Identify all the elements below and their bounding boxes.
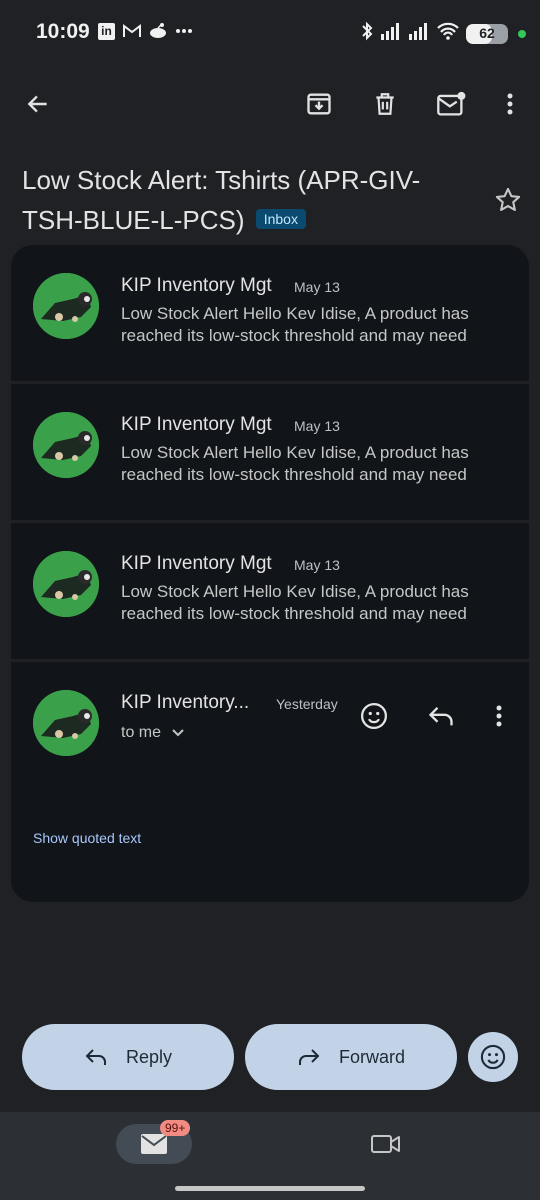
- toolbar: [0, 78, 540, 130]
- wifi-icon: [436, 22, 460, 45]
- battery-level: 62: [479, 24, 495, 41]
- reply-icon: [428, 707, 453, 726]
- show-quoted-text-link[interactable]: Show quoted text: [33, 830, 141, 846]
- privacy-dot: [518, 29, 526, 38]
- avatar-dog-icon: [33, 412, 99, 478]
- emoji-icon: [480, 1044, 506, 1070]
- message-date: Yesterday: [276, 696, 338, 712]
- archive-button[interactable]: [293, 78, 345, 130]
- reddit-icon: [149, 22, 167, 40]
- sender-name: KIP Inventory Mgt: [121, 414, 272, 435]
- mail-icon: [141, 1134, 167, 1154]
- archive-icon: [307, 93, 331, 115]
- inbox-label[interactable]: Inbox: [255, 209, 306, 230]
- forward-pill-button[interactable]: Forward: [245, 1024, 457, 1090]
- more-vert-icon: [507, 93, 513, 115]
- message-date: May 13: [294, 557, 340, 573]
- message-card[interactable]: KIP Inventory Mgt May 13 Low Stock Alert…: [11, 245, 529, 381]
- video-camera-icon: [371, 1135, 400, 1153]
- message-more-button[interactable]: [479, 696, 519, 736]
- status-time: 10:09: [36, 20, 90, 43]
- back-button[interactable]: [12, 78, 64, 130]
- message-snippet: Low Stock Alert Hello Kev Idise, A produ…: [121, 582, 469, 623]
- signal-icon: [380, 22, 402, 45]
- emoji-icon: [361, 703, 387, 729]
- recipient-text: to me: [121, 724, 162, 741]
- message-date: May 13: [294, 418, 340, 434]
- bluetooth-icon: [360, 20, 374, 47]
- add-reaction-button[interactable]: [354, 696, 394, 736]
- message-snippet: Low Stock Alert Hello Kev Idise, A produ…: [121, 443, 469, 484]
- forward-label: Forward: [338, 1046, 405, 1067]
- more-options-button[interactable]: [484, 78, 536, 130]
- back-arrow-icon: [27, 95, 47, 113]
- message-date: May 13: [294, 279, 340, 295]
- react-emoji-button[interactable]: [468, 1032, 518, 1082]
- message-card-expanded: KIP Inventory... Yesterday to me Show qu…: [11, 662, 529, 902]
- more-dots-icon: [175, 22, 193, 40]
- sender-avatar[interactable]: [33, 551, 99, 617]
- chevron-down-icon: [172, 729, 184, 737]
- bottom-actions: Reply Forward: [22, 1024, 522, 1090]
- sender-avatar[interactable]: [33, 273, 99, 339]
- battery-indicator: 62: [466, 23, 508, 44]
- message-snippet: Low Stock Alert Hello Kev Idise, A produ…: [121, 304, 469, 345]
- message-card[interactable]: KIP Inventory Mgt May 13 Low Stock Alert…: [11, 384, 529, 520]
- email-subject: Low Stock Alert: Tshirts (APR-GIV-TSH-BL…: [22, 160, 452, 240]
- delete-icon: [376, 93, 394, 115]
- gmail-icon: [123, 22, 141, 40]
- sender-avatar[interactable]: [33, 412, 99, 478]
- avatar-dog-icon: [33, 690, 99, 756]
- sender-name[interactable]: KIP Inventory...: [121, 692, 249, 714]
- reply-button[interactable]: [421, 696, 461, 736]
- mark-unread-icon: [437, 91, 466, 116]
- reply-icon: [85, 1049, 106, 1065]
- subject-text: Low Stock Alert: Tshirts (APR-GIV-TSH-BL…: [22, 165, 421, 235]
- star-button[interactable]: [486, 178, 530, 222]
- unread-count-badge: 99+: [160, 1120, 191, 1136]
- message-thread: KIP Inventory Mgt May 13 Low Stock Alert…: [11, 245, 529, 905]
- recipient-details-toggle[interactable]: to me: [121, 724, 185, 742]
- signal-icon: [408, 22, 430, 45]
- mark-unread-button[interactable]: [425, 78, 477, 130]
- home-indicator[interactable]: [175, 1186, 365, 1191]
- linkedin-icon: in: [98, 22, 115, 40]
- sender-name: KIP Inventory Mgt: [121, 275, 272, 296]
- star-icon: [495, 187, 521, 211]
- nav-meet-tab[interactable]: [366, 1126, 406, 1162]
- status-bar: 10:09 in 62: [0, 0, 540, 64]
- more-vert-icon: [496, 705, 502, 727]
- reply-pill-button[interactable]: Reply: [22, 1024, 234, 1090]
- message-card[interactable]: KIP Inventory Mgt May 13 Low Stock Alert…: [11, 523, 529, 659]
- forward-icon: [298, 1049, 320, 1065]
- avatar-dog-icon: [33, 551, 99, 617]
- avatar-dog-icon: [33, 273, 99, 339]
- reply-label: Reply: [125, 1046, 173, 1067]
- sender-name: KIP Inventory Mgt: [121, 553, 272, 574]
- delete-button[interactable]: [359, 78, 411, 130]
- sender-avatar[interactable]: [33, 690, 99, 756]
